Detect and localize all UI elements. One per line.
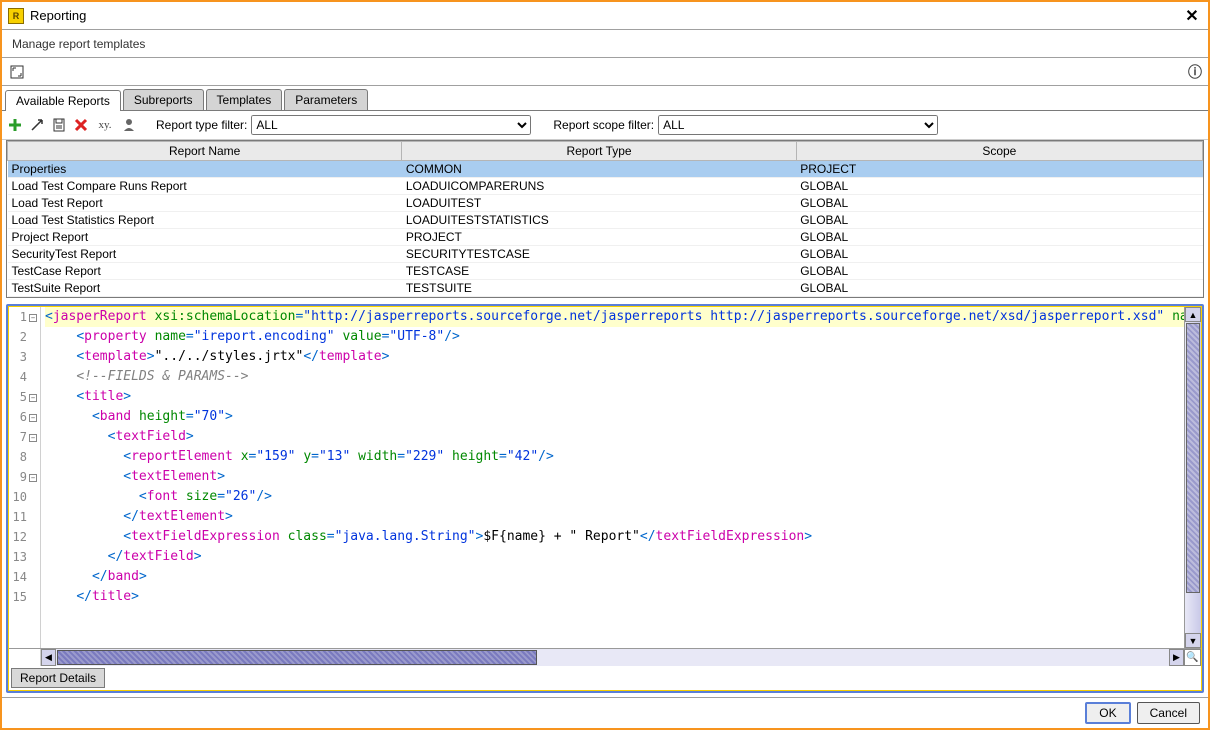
top-toolbar: ⓘ bbox=[2, 58, 1208, 86]
code-line[interactable]: <reportElement x="159" y="13" width="229… bbox=[45, 447, 1184, 467]
scroll-right-icon[interactable]: ▶ bbox=[1169, 649, 1184, 666]
scroll-down-icon[interactable]: ▼ bbox=[1185, 633, 1201, 648]
cell-type: LOADUICOMPARERUNS bbox=[402, 178, 796, 195]
cell-name: Properties bbox=[8, 161, 402, 178]
cell-type: PROJECT bbox=[402, 229, 796, 246]
ok-button[interactable]: OK bbox=[1085, 702, 1130, 724]
table-row[interactable]: TestSuite ReportTESTSUITEGLOBAL bbox=[8, 280, 1203, 297]
tab-subreports[interactable]: Subreports bbox=[123, 89, 204, 110]
filter-type-label: Report type filter: bbox=[156, 118, 247, 132]
code-line[interactable]: </title> bbox=[45, 587, 1184, 607]
cell-type: LOADUITESTSTATISTICS bbox=[402, 212, 796, 229]
tab-parameters[interactable]: Parameters bbox=[284, 89, 368, 110]
filter-type-select[interactable]: ALL bbox=[251, 115, 531, 135]
cell-name: Project Report bbox=[8, 229, 402, 246]
title-bar: R Reporting ✕ bbox=[2, 2, 1208, 30]
rename-icon[interactable]: xy. bbox=[94, 116, 116, 134]
cancel-button[interactable]: Cancel bbox=[1137, 702, 1200, 724]
code-line[interactable]: <textFieldExpression class="java.lang.St… bbox=[45, 527, 1184, 547]
table-row[interactable]: Load Test Statistics ReportLOADUITESTSTA… bbox=[8, 212, 1203, 229]
horizontal-scrollbar[interactable]: ◀ ▶ bbox=[41, 649, 1184, 666]
close-icon[interactable]: ✕ bbox=[1182, 6, 1202, 26]
dialog-footer: OK Cancel bbox=[2, 697, 1208, 728]
column-header[interactable]: Report Type bbox=[402, 142, 796, 161]
expand-icon[interactable] bbox=[8, 63, 26, 81]
reports-table: Report NameReport TypeScope PropertiesCO… bbox=[6, 140, 1204, 298]
code-gutter: 1−2345−6−7−89−101112131415 bbox=[9, 307, 41, 648]
delete-icon[interactable] bbox=[72, 116, 90, 134]
window-subtitle: Manage report templates bbox=[2, 30, 1208, 58]
cell-scope: GLOBAL bbox=[796, 229, 1202, 246]
scroll-left-icon[interactable]: ◀ bbox=[41, 649, 56, 666]
code-line[interactable]: <font size="26"/> bbox=[45, 487, 1184, 507]
cell-scope: PROJECT bbox=[796, 161, 1202, 178]
cell-type: COMMON bbox=[402, 161, 796, 178]
code-line[interactable]: <property name="ireport.encoding" value=… bbox=[45, 327, 1184, 347]
editor-panel: 1−2345−6−7−89−101112131415 <jasperReport… bbox=[6, 304, 1204, 693]
tab-templates[interactable]: Templates bbox=[206, 89, 283, 110]
column-header[interactable]: Report Name bbox=[8, 142, 402, 161]
cell-type: LOADUITEST bbox=[402, 195, 796, 212]
vscroll-thumb[interactable] bbox=[1186, 323, 1200, 593]
code-line[interactable]: </band> bbox=[45, 567, 1184, 587]
cell-type: SECURITYTESTCASE bbox=[402, 246, 796, 263]
user-icon[interactable] bbox=[120, 116, 138, 134]
cell-scope: GLOBAL bbox=[796, 280, 1202, 297]
cell-scope: GLOBAL bbox=[796, 246, 1202, 263]
controls-bar: xy. Report type filter: ALL Report scope… bbox=[2, 111, 1208, 140]
cell-type: TESTSUITE bbox=[402, 280, 796, 297]
table-row[interactable]: Load Test Compare Runs ReportLOADUICOMPA… bbox=[8, 178, 1203, 195]
cell-scope: GLOBAL bbox=[796, 195, 1202, 212]
code-line[interactable]: <textField> bbox=[45, 427, 1184, 447]
arrow-icon[interactable] bbox=[28, 116, 46, 134]
code-line[interactable]: </textField> bbox=[45, 547, 1184, 567]
code-body[interactable]: <jasperReport xsi:schemaLocation="http:/… bbox=[41, 307, 1184, 648]
cell-name: Load Test Compare Runs Report bbox=[8, 178, 402, 195]
code-editor[interactable]: 1−2345−6−7−89−101112131415 <jasperReport… bbox=[9, 307, 1201, 648]
tab-available-reports[interactable]: Available Reports bbox=[5, 90, 121, 111]
code-line[interactable]: <template>"../../styles.jrtx"</template> bbox=[45, 347, 1184, 367]
app-icon: R bbox=[8, 8, 24, 24]
window-title: Reporting bbox=[30, 8, 1182, 23]
table-row[interactable]: TestCase ReportTESTCASEGLOBAL bbox=[8, 263, 1203, 280]
filter-scope-label: Report scope filter: bbox=[553, 118, 654, 132]
code-line[interactable]: <jasperReport xsi:schemaLocation="http:/… bbox=[45, 307, 1184, 327]
table-row[interactable]: Project ReportPROJECTGLOBAL bbox=[8, 229, 1203, 246]
column-header[interactable]: Scope bbox=[796, 142, 1202, 161]
cell-name: SecurityTest Report bbox=[8, 246, 402, 263]
cell-name: Load Test Report bbox=[8, 195, 402, 212]
cell-scope: GLOBAL bbox=[796, 212, 1202, 229]
tab-report-details[interactable]: Report Details bbox=[11, 668, 105, 688]
cell-scope: GLOBAL bbox=[796, 178, 1202, 195]
cell-name: Load Test Statistics Report bbox=[8, 212, 402, 229]
cell-type: TESTCASE bbox=[402, 263, 796, 280]
code-line[interactable]: <title> bbox=[45, 387, 1184, 407]
code-line[interactable]: <!--FIELDS & PARAMS--> bbox=[45, 367, 1184, 387]
zoom-icon[interactable]: 🔍 bbox=[1184, 649, 1201, 666]
scroll-up-icon[interactable]: ▲ bbox=[1185, 307, 1201, 322]
cell-scope: GLOBAL bbox=[796, 263, 1202, 280]
table-row[interactable]: PropertiesCOMMONPROJECT bbox=[8, 161, 1203, 178]
table-row[interactable]: Load Test ReportLOADUITESTGLOBAL bbox=[8, 195, 1203, 212]
info-icon[interactable]: ⓘ bbox=[1188, 62, 1202, 82]
main-tabs: Available ReportsSubreportsTemplatesPara… bbox=[2, 86, 1208, 111]
filter-scope-select[interactable]: ALL bbox=[658, 115, 938, 135]
save-icon[interactable] bbox=[50, 116, 68, 134]
code-line[interactable]: <textElement> bbox=[45, 467, 1184, 487]
hscroll-thumb[interactable] bbox=[57, 650, 537, 665]
vertical-scrollbar[interactable]: ▲ ▼ bbox=[1184, 307, 1201, 648]
code-line[interactable]: <band height="70"> bbox=[45, 407, 1184, 427]
cell-name: TestCase Report bbox=[8, 263, 402, 280]
table-row[interactable]: SecurityTest ReportSECURITYTESTCASEGLOBA… bbox=[8, 246, 1203, 263]
add-icon[interactable] bbox=[6, 116, 24, 134]
cell-name: TestSuite Report bbox=[8, 280, 402, 297]
code-line[interactable]: </textElement> bbox=[45, 507, 1184, 527]
